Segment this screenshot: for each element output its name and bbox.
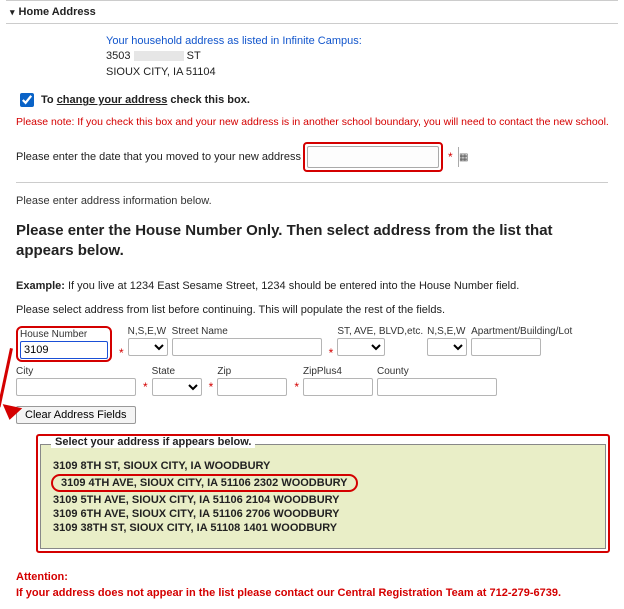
change-address-label: To change your address check this box. (41, 94, 250, 106)
example-text: Example: If you live at 1234 East Sesame… (16, 280, 618, 292)
zip-label: Zip (217, 366, 287, 377)
attention-block: Attention: If your address does not appe… (16, 571, 608, 599)
required-asterisk: * (209, 380, 214, 394)
required-asterisk: * (329, 346, 334, 360)
required-asterisk: * (448, 150, 453, 164)
move-date-input[interactable] (308, 151, 458, 163)
move-date-highlight: ▦ (303, 142, 443, 172)
move-date-row: Please enter the date that you moved to … (16, 142, 618, 172)
state-select[interactable] (152, 378, 202, 396)
results-highlight: Select your address if appears below. 31… (36, 434, 610, 553)
apt-label: Apartment/Building/Lot (471, 326, 572, 337)
required-asterisk: * (143, 380, 148, 394)
redacted-street-segment (134, 51, 184, 61)
calendar-icon[interactable]: ▦ (458, 147, 468, 167)
city-input[interactable] (16, 378, 136, 396)
required-asterisk: * (294, 380, 299, 394)
county-label: County (377, 366, 497, 377)
pre-select-note: Please select address from list before c… (16, 304, 618, 316)
household-address-block: Your household address as listed in Infi… (106, 34, 618, 80)
apt-input[interactable] (471, 338, 541, 356)
attention-body: If your address does not appear in the l… (16, 587, 608, 599)
attention-title: Attention: (16, 571, 608, 583)
house-number-highlight: House Number (16, 326, 112, 362)
zip-input[interactable] (217, 378, 287, 396)
address-result-item[interactable]: 3109 38TH ST, SIOUX CITY, IA 51108 1401 … (51, 519, 339, 537)
house-number-input[interactable] (20, 341, 108, 359)
required-asterisk: * (119, 346, 124, 360)
nsew2-select[interactable] (427, 338, 467, 356)
clear-address-button[interactable]: Clear Address Fields (16, 406, 136, 424)
state-label: State (152, 366, 202, 377)
nsew1-select[interactable] (128, 338, 168, 356)
change-address-row: To change your address check this box. (16, 90, 618, 110)
st-ave-label: ST, AVE, BLVD,etc. (337, 326, 423, 337)
collapse-icon: ▾ (10, 7, 15, 18)
boundary-warning: Please note: If you check this box and y… (16, 116, 618, 128)
zip4-label: ZipPlus4 (303, 366, 373, 377)
house-number-label: House Number (20, 329, 108, 340)
street-name-label: Street Name (172, 326, 322, 337)
address-result-item[interactable]: 3109 4TH AVE, SIOUX CITY, IA 51106 2302 … (51, 474, 358, 492)
household-line2: SIOUX CITY, IA 51104 (106, 65, 618, 80)
address-result-item[interactable]: 3109 8TH ST, SIOUX CITY, IA WOODBURY (51, 457, 272, 475)
address-fields-row1: House Number * N,S,E,W Street Name * ST,… (16, 326, 618, 362)
divider (16, 182, 608, 183)
street-name-input[interactable] (172, 338, 322, 356)
main-instruction: Please enter the House Number Only. Then… (16, 221, 608, 260)
nsew1-label: N,S,E,W (128, 326, 168, 337)
address-results-fieldset: Select your address if appears below. 31… (40, 438, 606, 549)
address-info-label: Please enter address information below. (16, 195, 618, 207)
results-legend: Select your address if appears below. (51, 436, 255, 448)
move-date-label: Please enter the date that you moved to … (16, 151, 301, 163)
household-intro: Your household address as listed in Infi… (106, 34, 618, 49)
change-address-checkbox[interactable] (20, 93, 34, 107)
address-fields-row2: City * State * Zip * ZipPlus4 County (16, 366, 618, 396)
household-line1-number: 3503 (106, 50, 130, 62)
zip4-input[interactable] (303, 378, 373, 396)
household-line1-suffix: ST (187, 50, 201, 62)
city-label: City (16, 366, 136, 377)
section-title: Home Address (19, 6, 96, 18)
arrow-annotation (10, 348, 13, 408)
section-header[interactable]: ▾ Home Address (6, 0, 618, 24)
county-input[interactable] (377, 378, 497, 396)
nsew2-label: N,S,E,W (427, 326, 467, 337)
st-ave-select[interactable] (337, 338, 385, 356)
